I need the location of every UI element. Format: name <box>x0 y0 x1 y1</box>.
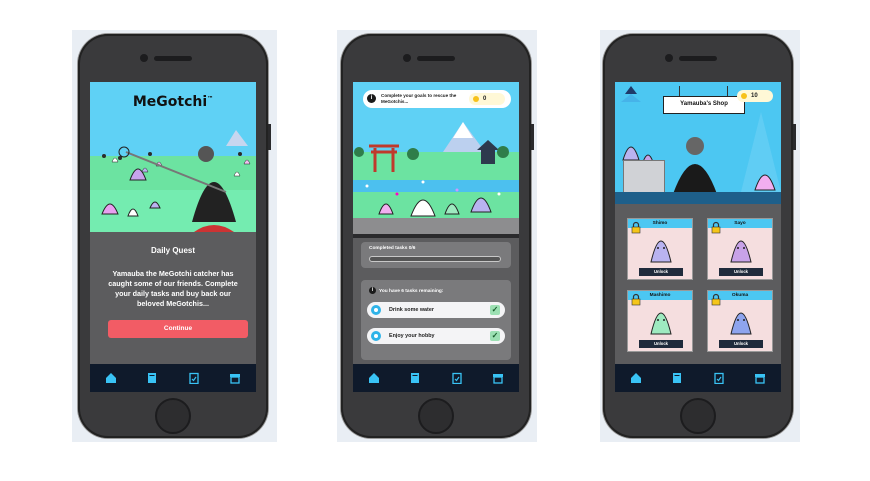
road <box>353 218 519 234</box>
lock-icon <box>711 293 721 306</box>
goal-banner: i Complete your goals to rescue the MeGo… <box>363 90 511 108</box>
lock-icon <box>631 221 641 234</box>
side-button <box>531 124 534 150</box>
home-icon[interactable] <box>104 371 118 385</box>
coin-counter: 0 <box>469 93 505 105</box>
shop-item-card: Sayo Unlock <box>707 218 773 280</box>
unlock-button[interactable]: Unlock <box>719 340 763 348</box>
tasks-card: i You have 6 tasks remaining: Drink some … <box>361 280 511 360</box>
hero-scene: MeGotchi™ <box>90 82 256 232</box>
shop-item-card: Shimo Unlock <box>627 218 693 280</box>
daily-quest-screen: MeGotchi™ Daily Quest Yamauba the MeGotc… <box>90 82 256 392</box>
shop-icon[interactable] <box>753 371 767 385</box>
home-icon[interactable] <box>629 371 643 385</box>
task-label: Enjoy your hobby <box>389 333 435 339</box>
shop-scene: Yamauba's Shop 10 <box>615 82 781 204</box>
phone-frame-1: MeGotchi™ Daily Quest Yamauba the MeGotc… <box>78 34 271 438</box>
bottom-navigation <box>353 364 519 392</box>
progress-bar <box>369 256 501 262</box>
task-status-icon <box>371 305 381 315</box>
shop-floor <box>615 192 781 204</box>
tasks-screen: i Complete your goals to rescue the MeGo… <box>353 82 519 392</box>
speaker <box>417 56 455 61</box>
book-icon[interactable] <box>408 371 422 385</box>
task-label: Drink some water <box>389 307 434 313</box>
shop-screen: Yamauba's Shop 10 Shimo Unlock Sayo Unlo… <box>615 82 781 392</box>
side-button <box>793 124 796 150</box>
bottom-navigation <box>615 364 781 392</box>
clipboard-icon[interactable] <box>712 371 726 385</box>
megotchi-shimo <box>650 240 672 263</box>
speaker <box>154 56 192 61</box>
remaining-label: You have 6 tasks remaining: <box>379 288 444 294</box>
side-button <box>268 124 271 150</box>
coin-count: 0 <box>483 96 487 102</box>
phone-frame-2: i Complete your goals to rescue the MeGo… <box>341 34 534 438</box>
megotchi-okuma <box>730 312 752 335</box>
home-button[interactable] <box>418 398 454 434</box>
divider <box>353 234 519 238</box>
shop-item-card: Okuma Unlock <box>707 290 773 352</box>
shop-grid: Shimo Unlock Sayo Unlock Mashimo Unlock … <box>615 204 781 364</box>
task-item[interactable]: Enjoy your hobby ✓ <box>367 328 505 344</box>
camera <box>665 54 673 62</box>
book-icon[interactable] <box>145 371 159 385</box>
book-icon[interactable] <box>670 371 684 385</box>
quest-description: Yamauba the MeGotchi catcher has caught … <box>108 269 238 308</box>
shop-icon[interactable] <box>228 371 242 385</box>
shop-item-card: Mashimo Unlock <box>627 290 693 352</box>
unlock-button[interactable]: Unlock <box>639 340 683 348</box>
checkbox-icon[interactable]: ✓ <box>490 305 500 315</box>
clipboard-icon[interactable] <box>187 371 201 385</box>
shop-icon[interactable] <box>491 371 505 385</box>
hero-illustration <box>101 130 251 232</box>
quest-panel: Daily Quest Yamauba the MeGotchi catcher… <box>90 232 256 364</box>
unlock-button[interactable]: Unlock <box>639 268 683 276</box>
task-status-icon <box>371 331 381 341</box>
banner-message: Complete your goals to rescue the MeGotc… <box>381 93 457 104</box>
speaker <box>679 56 717 61</box>
cash-register <box>623 160 665 194</box>
clipboard-icon[interactable] <box>450 371 464 385</box>
task-item[interactable]: Drink some water ✓ <box>367 302 505 318</box>
info-icon: i <box>367 94 376 103</box>
checkbox-icon[interactable]: ✓ <box>490 331 500 341</box>
tasks-header: i You have 6 tasks remaining: <box>369 287 443 294</box>
unlock-button[interactable]: Unlock <box>719 268 763 276</box>
home-button[interactable] <box>155 398 191 434</box>
megotchi-sayo <box>730 240 752 263</box>
info-icon: i <box>369 287 376 294</box>
bottom-navigation <box>90 364 256 392</box>
phone-frame-3: Yamauba's Shop 10 Shimo Unlock Sayo Unlo… <box>603 34 796 438</box>
lock-icon <box>711 221 721 234</box>
progress-card: Completed tasks 0/6 <box>361 242 511 268</box>
quest-heading: Daily Quest <box>150 246 195 255</box>
camera <box>140 54 148 62</box>
completed-label: Completed tasks 0/6 <box>369 246 416 251</box>
lock-icon <box>631 293 641 306</box>
home-icon[interactable] <box>367 371 381 385</box>
megotchi-mashimo <box>650 312 672 335</box>
home-button[interactable] <box>680 398 716 434</box>
continue-button[interactable]: Continue <box>108 320 248 338</box>
camera <box>403 54 411 62</box>
coin-icon <box>473 96 479 102</box>
